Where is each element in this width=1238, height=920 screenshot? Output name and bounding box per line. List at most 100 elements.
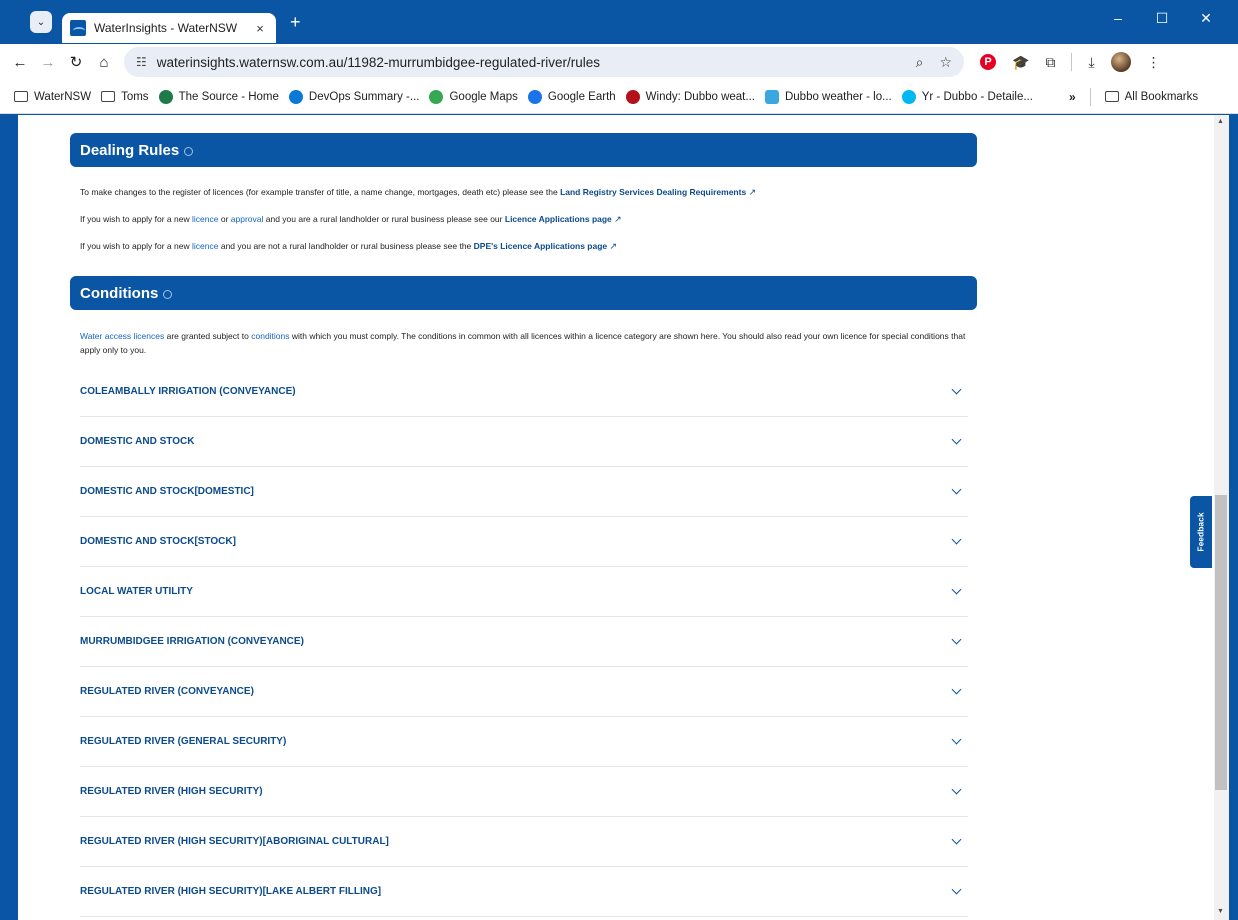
url-text[interactable]: waterinsights.waternsw.com.au/11982-murr… xyxy=(157,55,900,70)
accordion-item[interactable]: DOMESTIC AND STOCK[DOMESTIC] xyxy=(80,467,968,517)
info-icon[interactable] xyxy=(184,147,194,156)
chevron-down-icon[interactable] xyxy=(951,384,962,395)
maximize-icon[interactable]: ☐ xyxy=(1140,10,1184,27)
yr-icon xyxy=(901,89,916,104)
chevron-down-icon[interactable] xyxy=(951,834,962,845)
tab-strip: ⌄ WaterInsights - WaterNSW × + – ☐ ✕ xyxy=(0,0,1238,44)
accordion-item[interactable]: DOMESTIC AND STOCK xyxy=(80,417,968,467)
google-maps-icon xyxy=(429,89,444,104)
folder-icon xyxy=(1104,91,1119,102)
chevron-down-icon[interactable] xyxy=(951,684,962,695)
all-bookmarks[interactable]: All Bookmarks xyxy=(1104,91,1198,103)
folder-icon xyxy=(14,91,28,102)
bookmark-waternsw[interactable]: WaterNSW xyxy=(14,91,91,103)
approval-link[interactable]: approval xyxy=(231,214,264,224)
accordion-item[interactable]: MURRUMBIDGEE IRRIGATION (CONVEYANCE) xyxy=(80,617,968,667)
conditions-intro: Water access licences are granted subjec… xyxy=(80,331,966,355)
external-link-icon: ↗ xyxy=(614,214,622,224)
dpe-licence-applications-link[interactable]: DPE's Licence Applications page xyxy=(474,241,608,251)
chevron-down-icon[interactable] xyxy=(951,634,962,645)
sharepoint-icon xyxy=(158,89,173,104)
tab-close-icon[interactable]: × xyxy=(252,21,268,36)
accordion-item[interactable]: REGULATED RIVER (CONVEYANCE) xyxy=(80,667,968,717)
dealing-paragraph-1: To make changes to the register of licen… xyxy=(80,187,757,197)
star-icon[interactable]: ☆ xyxy=(939,54,952,71)
section-title: Conditions xyxy=(80,284,159,302)
waternsw-favicon-icon xyxy=(70,20,86,36)
back-icon[interactable]: ← xyxy=(6,54,34,71)
external-link-icon: ↗ xyxy=(748,187,757,197)
accordion-item[interactable]: REGULATED RIVER (GENERAL SECURITY) xyxy=(80,717,968,767)
devops-icon xyxy=(288,89,303,104)
accordion-item[interactable]: COLEAMBALLY IRRIGATION (CONVEYANCE) xyxy=(80,367,968,417)
land-registry-link[interactable]: Land Registry Services Dealing Requireme… xyxy=(560,187,746,197)
bookmark-dubbo-weather[interactable]: Dubbo weather - lo... xyxy=(764,89,892,104)
scrollbar-thumb[interactable] xyxy=(1215,495,1227,790)
address-bar[interactable]: ☷ waterinsights.waternsw.com.au/11982-mu… xyxy=(124,47,964,77)
dealing-rules-header: Dealing Rules xyxy=(70,133,977,167)
windy-icon xyxy=(625,89,640,104)
scroll-up-icon[interactable]: ▲ xyxy=(1217,118,1224,125)
external-link-icon: ↗ xyxy=(609,241,618,251)
weather-icon xyxy=(764,89,779,104)
feedback-button[interactable]: Feedback xyxy=(1189,495,1213,569)
bookmark-toms[interactable]: Toms xyxy=(101,91,149,103)
browser-toolbar: ← → ↻ ⌂ ☷ waterinsights.waternsw.com.au/… xyxy=(0,44,1238,80)
home-icon[interactable]: ⌂ xyxy=(90,54,118,71)
licence-link[interactable]: licence xyxy=(192,241,218,251)
forward-icon[interactable]: → xyxy=(34,54,62,71)
accordion-item[interactable]: REGULATED RIVER (HIGH SECURITY) xyxy=(80,767,968,817)
chevron-down-icon[interactable] xyxy=(951,784,962,795)
accordion-item[interactable]: REGULATED RIVER (HIGH SECURITY)[LAKE ALB… xyxy=(80,867,968,917)
tab-search-chevron-down-icon[interactable]: ⌄ xyxy=(30,11,52,33)
bookmark-windy[interactable]: Windy: Dubbo weat... xyxy=(625,89,755,104)
accordion-item[interactable]: DOMESTIC AND STOCK[STOCK] xyxy=(80,517,968,567)
google-earth-icon xyxy=(527,89,542,104)
page-viewport: Dealing Rules To make changes to the reg… xyxy=(18,115,1214,920)
reload-icon[interactable]: ↻ xyxy=(62,53,90,71)
close-window-icon[interactable]: ✕ xyxy=(1184,10,1228,27)
active-tab[interactable]: WaterInsights - WaterNSW × xyxy=(62,13,276,43)
zoom-icon[interactable]: ⌕ xyxy=(916,54,924,71)
download-icon[interactable]: ⤓ xyxy=(1088,54,1094,71)
site-settings-icon[interactable]: ☷ xyxy=(136,55,147,69)
bookmarks-bar: WaterNSW Toms The Source - Home DevOps S… xyxy=(0,80,1238,114)
minimize-icon[interactable]: – xyxy=(1096,10,1140,27)
licence-link[interactable]: licence xyxy=(192,214,218,224)
divider xyxy=(1089,87,1091,106)
bookmark-yr-dubbo[interactable]: Yr - Dubbo - Detaile... xyxy=(901,89,1033,104)
bookmark-the-source[interactable]: The Source - Home xyxy=(158,89,279,104)
licence-applications-link[interactable]: Licence Applications page xyxy=(505,214,612,224)
chevron-down-icon[interactable] xyxy=(951,734,962,745)
more-icon[interactable]: ⋮ xyxy=(1147,54,1161,71)
tab-title: WaterInsights - WaterNSW xyxy=(94,21,238,35)
dealing-paragraph-2: If you wish to apply for a new licence o… xyxy=(80,214,622,224)
scroll-down-icon[interactable]: ▼ xyxy=(1217,908,1224,915)
chevron-down-icon[interactable] xyxy=(951,584,962,595)
accordion-item[interactable]: LOCAL WATER UTILITY xyxy=(80,567,968,617)
conditions-accordion: COLEAMBALLY IRRIGATION (CONVEYANCE) DOME… xyxy=(80,367,968,917)
bookmark-devops-summary[interactable]: DevOps Summary -... xyxy=(288,89,419,104)
bookmark-google-maps[interactable]: Google Maps xyxy=(429,89,518,104)
bookmark-google-earth[interactable]: Google Earth xyxy=(527,89,616,104)
section-title: Dealing Rules xyxy=(80,141,180,159)
dealing-paragraph-3: If you wish to apply for a new licence a… xyxy=(80,241,618,251)
chevron-down-icon[interactable] xyxy=(951,434,962,445)
more-bookmarks-icon[interactable]: » xyxy=(1069,90,1076,104)
conditions-link[interactable]: conditions xyxy=(251,331,289,341)
chevron-down-icon[interactable] xyxy=(951,534,962,545)
graduation-cap-icon[interactable]: 🎓 xyxy=(1012,54,1029,71)
accordion-item[interactable]: REGULATED RIVER (HIGH SECURITY)[ABORIGIN… xyxy=(80,817,968,867)
water-access-licences-link[interactable]: Water access licences xyxy=(80,331,164,341)
extensions-icon[interactable]: ⧉ xyxy=(1045,54,1055,71)
toolbar-actions: P 🎓 ⧉ ⤓ ⋮ xyxy=(980,52,1161,72)
conditions-header: Conditions xyxy=(70,276,977,310)
chevron-down-icon[interactable] xyxy=(951,484,962,495)
divider xyxy=(1071,53,1073,71)
new-tab-button[interactable]: + xyxy=(290,12,301,33)
pinterest-icon[interactable]: P xyxy=(980,54,996,70)
chevron-down-icon[interactable] xyxy=(951,884,962,895)
window-controls: – ☐ ✕ xyxy=(1096,10,1228,27)
info-icon[interactable] xyxy=(163,290,173,299)
avatar[interactable] xyxy=(1110,52,1131,72)
